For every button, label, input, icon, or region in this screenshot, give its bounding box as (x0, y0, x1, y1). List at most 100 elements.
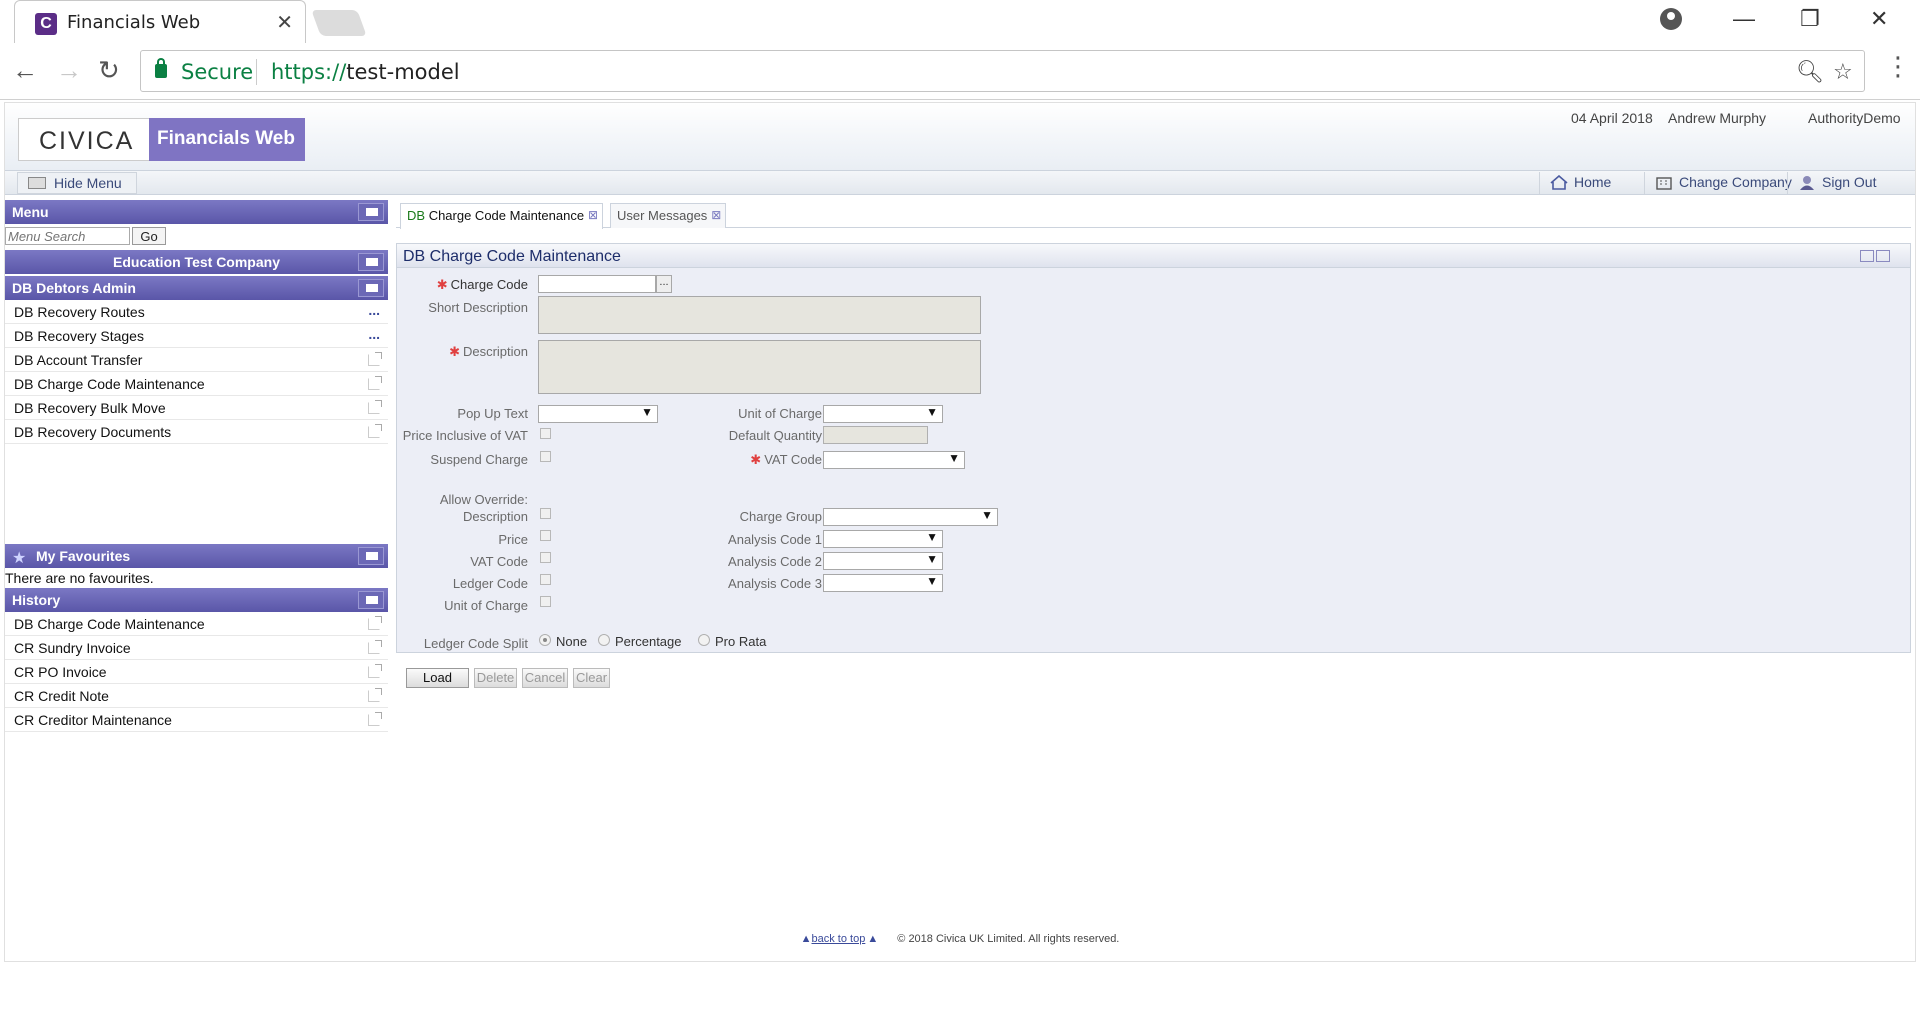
price-inclusive-vat-checkbox[interactable] (540, 428, 551, 439)
charge-code-input[interactable] (538, 275, 656, 293)
split-percentage-label: Percentage (615, 634, 682, 649)
sidebar-item-recovery-bulk-move[interactable]: DB Recovery Bulk Move (5, 396, 388, 420)
minimize-icon[interactable]: — (1733, 6, 1755, 32)
default-quantity-input[interactable] (823, 426, 928, 444)
browser-tab[interactable]: C Financials Web ✕ (14, 0, 306, 43)
menu-search-go-button[interactable]: Go (132, 227, 166, 245)
charge-group-select[interactable]: ▼ (823, 508, 998, 526)
hide-menu-button[interactable]: Hide Menu (17, 172, 137, 194)
form-restore-icon[interactable] (1860, 250, 1874, 262)
company-header[interactable]: Education Test Company (5, 250, 388, 274)
history-toggle-icon[interactable] (358, 591, 384, 609)
menu-title: Menu (12, 204, 49, 220)
new-tab-button[interactable] (311, 10, 367, 36)
charge-group-label: Charge Group (739, 509, 822, 524)
open-link-icon (368, 400, 382, 414)
restore-icon[interactable]: ❐ (1800, 6, 1820, 32)
home-link[interactable]: Home (1539, 172, 1623, 194)
submenu-dots-icon: ... (368, 302, 380, 318)
url-scheme: https:// (271, 60, 347, 84)
history-item-label: CR Credit Note (14, 688, 109, 704)
form-title: DB Charge Code Maintenance (403, 248, 621, 265)
short-description-label: Short Description (428, 300, 528, 315)
back-to-top-up-icon: ▲ (800, 933, 812, 945)
sidebar-item-recovery-stages[interactable]: DB Recovery Stages... (5, 324, 388, 348)
analysis-code-1-label: Analysis Code 1 (728, 532, 822, 547)
sidebar-item-recovery-documents[interactable]: DB Recovery Documents (5, 420, 388, 444)
vat-code-select[interactable]: ▼ (823, 451, 965, 469)
menu-search-input[interactable] (5, 227, 130, 245)
history-item[interactable]: DB Charge Code Maintenance (5, 612, 388, 636)
tab-close-icon[interactable]: ⊠ (711, 204, 721, 227)
forward-icon[interactable]: → (56, 55, 82, 86)
submenu-dots-icon: ... (368, 326, 380, 342)
split-pro-rata-radio[interactable] (698, 634, 710, 646)
module-up-icon[interactable] (358, 279, 384, 297)
suspend-charge-checkbox[interactable] (540, 451, 551, 462)
override-ledger-code-checkbox[interactable] (540, 574, 551, 585)
browser-titlebar: C Financials Web ✕ — ❐ ✕ (0, 0, 1920, 43)
tab-close-icon[interactable]: ✕ (276, 10, 293, 35)
sidebar: Menu Go Education Test Company DB Debtor… (5, 200, 388, 732)
back-icon[interactable]: ← (12, 55, 38, 86)
change-company-link[interactable]: Change Company (1644, 172, 1804, 194)
history-item[interactable]: CR Credit Note (5, 684, 388, 708)
sidebar-item-recovery-routes[interactable]: DB Recovery Routes... (5, 300, 388, 324)
analysis-code-3-select[interactable]: ▼ (823, 574, 943, 592)
back-to-top-link[interactable]: back to top (812, 933, 866, 945)
pop-up-text-select[interactable]: ▼ (538, 405, 658, 423)
split-percentage-radio[interactable] (598, 634, 610, 646)
window-close-icon[interactable]: ✕ (1870, 6, 1888, 32)
analysis-code-2-select[interactable]: ▼ (823, 552, 943, 570)
product-banner: Financials Web (149, 118, 305, 161)
favourites-toggle-icon[interactable] (358, 547, 384, 565)
dropdown-arrow-icon: ▼ (926, 552, 938, 566)
history-item[interactable]: CR Sundry Invoice (5, 636, 388, 660)
history-item[interactable]: CR PO Invoice (5, 660, 388, 684)
split-none-radio[interactable] (539, 634, 551, 646)
tab-close-icon[interactable]: ⊠ (588, 204, 598, 227)
dropdown-arrow-icon: ▼ (926, 405, 938, 419)
form-window-controls (1858, 250, 1892, 264)
module-header[interactable]: DB Debtors Admin (5, 276, 388, 300)
history-item-label: DB Charge Code Maintenance (14, 616, 205, 632)
history-item[interactable]: CR Creditor Maintenance (5, 708, 388, 732)
bookmark-star-icon[interactable]: ☆ (1833, 59, 1853, 85)
override-price-checkbox[interactable] (540, 530, 551, 541)
tab-charge-code-maintenance[interactable]: DB Charge Code Maintenance ⊠ (400, 203, 604, 229)
company-panel-toggle-icon[interactable] (358, 253, 384, 271)
form-close-icon[interactable] (1876, 250, 1890, 262)
cancel-button[interactable]: Cancel (522, 668, 568, 688)
delete-button[interactable]: Delete (474, 668, 517, 688)
zoom-icon[interactable]: 🔍︎ (1796, 59, 1824, 85)
address-bar[interactable]: Secure https://test-model 🔍︎ ☆ (140, 50, 1865, 92)
clear-button[interactable]: Clear (573, 668, 610, 688)
profile-icon[interactable] (1660, 8, 1682, 30)
tab-user-messages[interactable]: User Messages ⊠ (610, 203, 727, 228)
analysis-code-1-select[interactable]: ▼ (823, 530, 943, 548)
favourites-title: My Favourites (36, 548, 131, 564)
unit-of-charge-select[interactable]: ▼ (823, 405, 943, 423)
vat-code-label-text: VAT Code (764, 452, 822, 467)
load-button[interactable]: Load (406, 668, 469, 688)
sidebar-item-charge-code-maintenance[interactable]: DB Charge Code Maintenance (5, 372, 388, 396)
sidebar-item-label: DB Charge Code Maintenance (14, 376, 205, 392)
charge-code-lookup-button[interactable]: ... (656, 275, 672, 293)
override-description-checkbox[interactable] (540, 508, 551, 519)
dropdown-arrow-icon: ▼ (641, 405, 653, 419)
override-unit-of-charge-checkbox[interactable] (540, 596, 551, 607)
hide-menu-icon (28, 177, 46, 189)
menu-search-row: Go (5, 225, 388, 247)
browser-menu-icon[interactable]: ⋮ (1885, 53, 1911, 79)
reload-icon[interactable]: ↻ (98, 55, 120, 86)
sidebar-item-account-transfer[interactable]: DB Account Transfer (5, 348, 388, 372)
company-name: Education Test Company (113, 254, 280, 270)
url-text[interactable]: https://test-model (271, 60, 460, 84)
sign-out-link[interactable]: Sign Out (1787, 172, 1888, 194)
override-vat-code-checkbox[interactable] (540, 552, 551, 563)
short-description-textarea[interactable] (538, 296, 981, 334)
hide-menu-label: Hide Menu (54, 175, 122, 191)
dropdown-arrow-icon: ▼ (926, 530, 938, 544)
description-textarea[interactable] (538, 340, 981, 394)
menu-panel-toggle-icon[interactable] (358, 203, 384, 221)
